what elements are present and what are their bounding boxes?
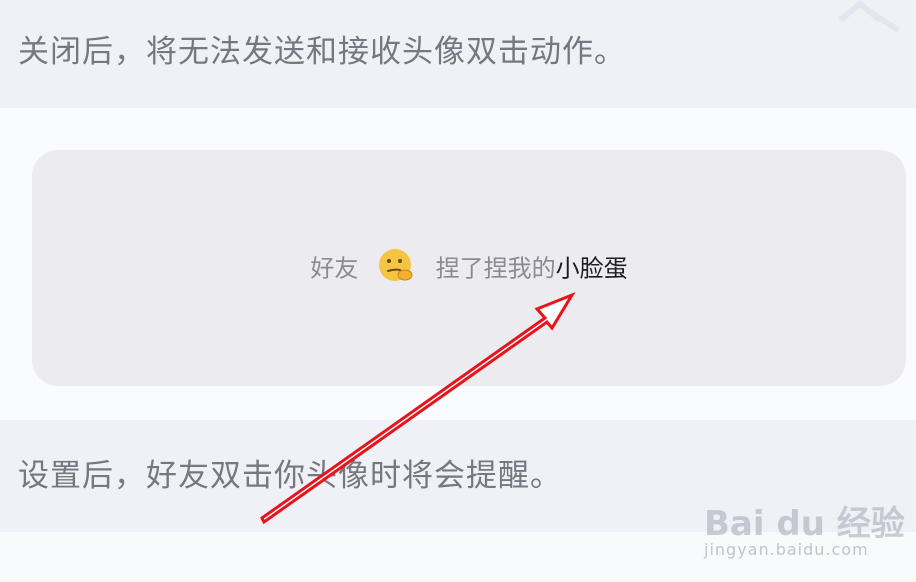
pinch-message: 好友 捏了捏我的小脸蛋 <box>32 246 906 286</box>
watermark-corner-icon <box>838 0 900 33</box>
pinch-message-action: 捏了捏我的 <box>435 254 556 283</box>
baidu-jingyan-watermark: Bai du 经验 jingyan.baidu.com <box>700 482 905 572</box>
face-with-hand-over-mouth-emoji-icon <box>379 249 413 281</box>
pinch-preview-card: 好友 捏了捏我的小脸蛋 <box>32 150 906 386</box>
close-setting-description: 关闭后，将无法发送和接收头像双击动作。 <box>18 34 626 70</box>
watermark-logo: Bai du 经验 <box>704 504 905 544</box>
watermark-site: jingyan.baidu.com <box>704 540 869 559</box>
pinch-message-prefix: 好友 <box>310 254 359 283</box>
set-setting-description: 设置后，好友双击你头像时将会提醒。 <box>18 458 562 494</box>
pinch-message-target: 小脸蛋 <box>555 254 628 283</box>
